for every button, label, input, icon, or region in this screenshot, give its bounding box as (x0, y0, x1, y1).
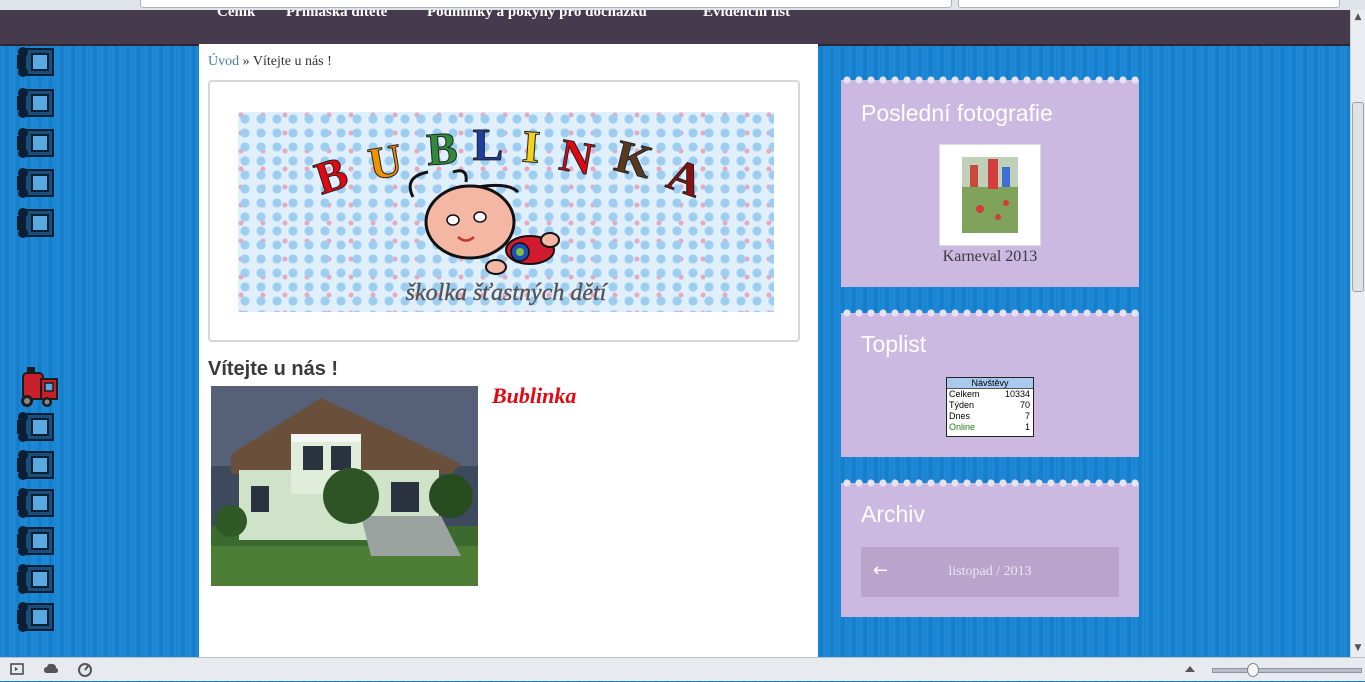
train-car-icon (15, 86, 55, 120)
train-car-icon (15, 206, 55, 240)
nav-item-evidencni-list[interactable]: Evidenční list (703, 10, 790, 21)
widget-toplist: Toplist Návštěvy Celkem 10334 Týden 70 Dne… (841, 309, 1139, 457)
browser-search-field[interactable] (958, 0, 1340, 8)
cloud-sync-icon[interactable] (43, 661, 59, 677)
banner-tagline: školka šťastných dětí (406, 280, 609, 306)
bublinka-logo-banner[interactable]: BUBLINKA školka šťastných dětí (238, 112, 774, 312)
banner-frame: BUBLINKA školka šťastných dětí (208, 80, 800, 342)
logo-letter: I (520, 120, 541, 172)
toggle-panel-icon[interactable] (9, 661, 25, 677)
vertical-scrollbar[interactable]: ▲ ▼ (1350, 10, 1365, 657)
page-title: Vítejte u nás ! (208, 358, 339, 380)
logo-letter: A (661, 148, 710, 207)
toplist-row: Online 1 (949, 422, 1030, 432)
breadcrumb-separator: » (242, 54, 250, 69)
scroll-down-arrow-icon[interactable]: ▼ (1353, 643, 1363, 655)
scrollbar-thumb[interactable] (1352, 102, 1364, 292)
widget-title-toplist: Toplist (861, 331, 927, 357)
train-car-icon (15, 562, 55, 596)
train-car-icon (15, 126, 55, 160)
widget-title-photos: Poslední fotografie (861, 100, 1053, 126)
toplist-row: Celkem 10334 (949, 389, 1030, 399)
photo-caption[interactable]: Karneval 2013 (841, 248, 1139, 266)
train-car-icon (15, 600, 55, 634)
main-content: Úvod » Vítejte u nás ! BUBLINKA školka š… (199, 44, 818, 657)
locomotive-icon (15, 365, 61, 409)
nav-item-podminky[interactable]: Podmínky a pokyny pro docházku (427, 10, 647, 21)
toplist-row: Dnes 7 (949, 411, 1030, 421)
baby-mascot-icon (408, 169, 560, 275)
zoom-slider-handle[interactable] (1247, 663, 1259, 677)
train-car-icon (15, 448, 55, 482)
train-car-icon (15, 410, 55, 444)
content-heading-bublinka: Bublinka (492, 383, 577, 408)
nav-item-prihlaska[interactable]: Přihláška dítěte (286, 10, 387, 21)
logo-letter: L (473, 119, 504, 170)
breadcrumb-home-link[interactable]: Úvod (208, 54, 239, 69)
scroll-up-arrow-icon[interactable]: ▲ (1353, 12, 1363, 24)
logo-letter: B (425, 122, 459, 175)
logo-letter: K (610, 130, 657, 188)
browser-status-bar (0, 657, 1365, 681)
kindergarten-building-photo[interactable] (211, 386, 478, 586)
train-car-icon (15, 486, 55, 520)
train-car-icon (15, 166, 55, 200)
nav-item-cenik[interactable]: Ceník (217, 10, 255, 21)
speed-dial-icon[interactable] (77, 661, 93, 677)
logo-letter: U (365, 134, 407, 190)
toplist-counter[interactable]: Návštěvy Celkem 10334 Týden 70 Dnes 7 Onlin… (946, 377, 1034, 437)
archive-month-navigator: ← listopad / 2013 (861, 547, 1119, 597)
train-car-icon (15, 524, 55, 558)
site-navigation: Ceník Přihláška dítěte Podmínky a pokyny… (0, 10, 1350, 46)
widget-archive: Archiv ← listopad / 2013 (841, 479, 1139, 617)
logo-letter: B (309, 146, 354, 204)
train-car-icon (15, 45, 55, 79)
photo-thumbnail[interactable] (939, 144, 1041, 246)
widget-title-archive: Archiv (861, 501, 925, 527)
breadcrumb-current: Vítejte u nás ! (252, 54, 332, 69)
breadcrumb: Úvod » Vítejte u nás ! (208, 54, 332, 70)
zoom-mode-icon[interactable] (1182, 661, 1198, 677)
zoom-slider-track[interactable] (1212, 668, 1362, 673)
toplist-row: Týden 70 (949, 400, 1030, 410)
toplist-header: Návštěvy (947, 378, 1033, 389)
address-bar[interactable] (140, 0, 952, 8)
logo-letter: N (556, 129, 598, 185)
archive-month-label[interactable]: listopad / 2013 (861, 564, 1119, 580)
widget-recent-photos: Poslední fotografie Karneval 2013 (841, 76, 1139, 287)
